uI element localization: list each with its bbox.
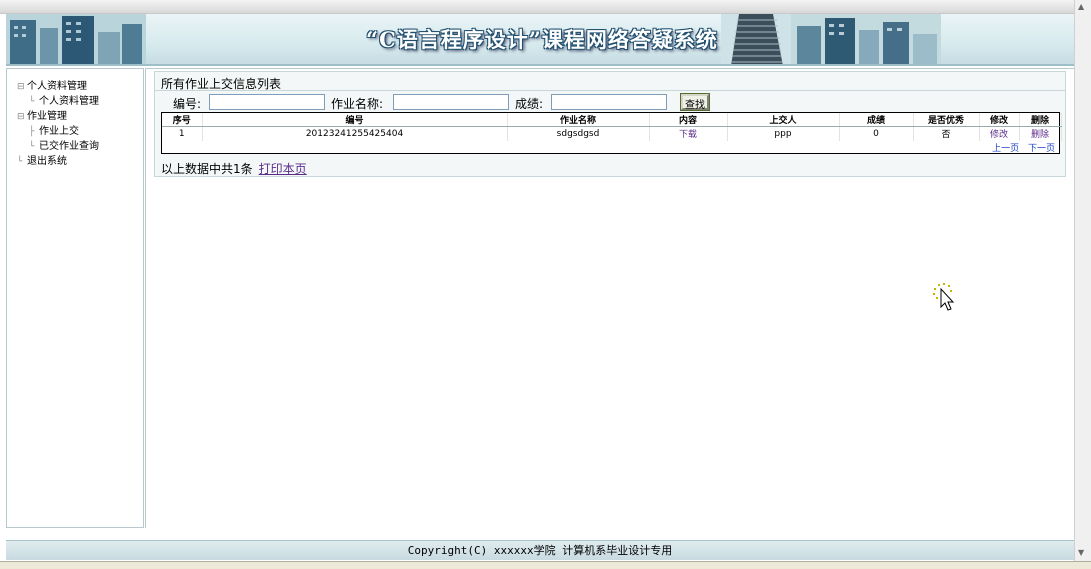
header-excellent: 是否优秀	[913, 113, 980, 127]
scroll-up-icon[interactable]: ▲	[1078, 2, 1084, 11]
cell-content: 下载	[649, 126, 728, 141]
cell-delete: 删除	[1019, 126, 1062, 141]
nav-tree: ⊟ 个人资料管理 └ 个人资料管理 ⊟ 作业管理 ├ 作业上交 └ 已交作业查询 └ 退出系…	[17, 79, 99, 169]
header-content: 内容	[649, 113, 728, 127]
next-page-link[interactable]: 下一页	[1028, 144, 1055, 154]
page-scrollbar[interactable]: ▲ ▼	[1074, 0, 1091, 569]
nav-group-profile-label[interactable]: 个人资料管理	[27, 81, 87, 92]
homework-table: 序号 编号 作业名称 内容 上交人 成绩 是否优秀 修改 删除 1 201232…	[161, 112, 1062, 154]
tree-branch-icon: └	[17, 157, 23, 167]
table-row: 1 20123241255425404 sdgsdgsd 下载 ppp 0 否 …	[162, 126, 1062, 141]
sidebar-item-submit-homework-label[interactable]: 作业上交	[39, 126, 79, 137]
cell-index: 1	[162, 126, 203, 141]
score-label: 成绩:	[515, 97, 544, 111]
tree-branch-icon: └	[29, 97, 35, 107]
banner-buildings-left-image	[6, 14, 146, 64]
sidebar-item-logout-label[interactable]: 退出系统	[27, 156, 67, 167]
browser-page: “C语言程序设计”课程网络答疑系统 ▲ ▼ ⊟ 个人资料管理 └ 个人资料管理 ⊟ 作…	[0, 0, 1091, 569]
find-button[interactable]: 查找	[680, 93, 710, 111]
tree-branch-icon: └	[29, 142, 35, 152]
summary-line: 以上数据中共1条 打印本页	[161, 160, 307, 177]
sidebar-item-profile-label[interactable]: 个人资料管理	[39, 96, 99, 107]
cell-excellent: 否	[913, 126, 980, 141]
print-page-link[interactable]: 打印本页	[259, 162, 307, 176]
cell-edit: 修改	[979, 126, 1020, 141]
panel-divider	[155, 90, 1065, 91]
download-link[interactable]: 下载	[679, 130, 697, 140]
banner-tower-image	[721, 14, 791, 64]
cell-score: 0	[839, 126, 914, 141]
scroll-down-icon[interactable]: ▼	[1078, 548, 1084, 557]
header-submitter: 上交人	[727, 113, 840, 127]
sidebar-item-query-homework-label[interactable]: 已交作业查询	[39, 141, 99, 152]
cell-submitter: ppp	[727, 126, 840, 141]
tree-branch-icon: ├	[29, 127, 35, 137]
main-content: 所有作业上交信息列表 编号: 作业名称: 成绩: 查找 序号 编号 作业名称 内…	[145, 68, 1074, 528]
prev-page-link[interactable]: 上一页	[992, 144, 1019, 154]
browser-toolbar-strip	[0, 0, 1091, 14]
sidebar-item-profile[interactable]: └ 个人资料管理	[17, 94, 99, 109]
header-number: 编号	[202, 113, 508, 127]
sidebar-item-submit-homework[interactable]: ├ 作业上交	[17, 124, 99, 139]
nav-group-homework[interactable]: ⊟ 作业管理	[17, 109, 99, 124]
table-header-row: 序号 编号 作业名称 内容 上交人 成绩 是否优秀 修改 删除	[162, 113, 1062, 127]
nav-group-homework-label[interactable]: 作业管理	[27, 111, 67, 122]
cell-number: 20123241255425404	[202, 126, 508, 141]
header-homework-name: 作业名称	[507, 113, 650, 127]
delete-link[interactable]: 删除	[1031, 130, 1049, 140]
site-title: “C语言程序设计”课程网络答疑系统	[366, 27, 718, 52]
header-index: 序号	[162, 113, 203, 127]
cell-homework-name: sdgsdgsd	[507, 126, 650, 141]
sidebar-nav: ⊟ 个人资料管理 └ 个人资料管理 ⊟ 作业管理 ├ 作业上交 └ 已交作业查询 └ 退出系…	[6, 68, 144, 528]
footer-copyright: Copyright(C) xxxxxx学院 计算机系毕业设计专用	[6, 540, 1074, 560]
header-delete: 删除	[1019, 113, 1062, 127]
nav-group-profile[interactable]: ⊟ 个人资料管理	[17, 79, 99, 94]
header-score: 成绩	[839, 113, 914, 127]
homework-name-label: 作业名称:	[331, 97, 384, 111]
banner-buildings-right-image	[791, 14, 941, 64]
site-banner: “C语言程序设计”课程网络答疑系统	[6, 14, 1074, 66]
number-label: 编号:	[173, 97, 202, 111]
tree-collapse-icon[interactable]: ⊟	[17, 80, 27, 95]
sidebar-item-query-homework[interactable]: └ 已交作业查询	[17, 139, 99, 154]
browser-status-bar	[0, 561, 1091, 569]
pager: 上一页 下一页	[162, 141, 1059, 154]
sidebar-item-logout[interactable]: └ 退出系统	[17, 154, 99, 169]
homework-name-input[interactable]	[393, 94, 509, 110]
busy-cursor-icon	[933, 283, 955, 311]
edit-link[interactable]: 修改	[990, 130, 1008, 140]
record-count-text: 以上数据中共1条	[161, 162, 253, 176]
header-edit: 修改	[979, 113, 1020, 127]
number-input[interactable]	[209, 94, 325, 110]
tree-collapse-icon[interactable]: ⊟	[17, 110, 27, 125]
score-input[interactable]	[551, 94, 667, 110]
homework-list-panel: 所有作业上交信息列表 编号: 作业名称: 成绩: 查找 序号 编号 作业名称 内…	[154, 71, 1066, 177]
